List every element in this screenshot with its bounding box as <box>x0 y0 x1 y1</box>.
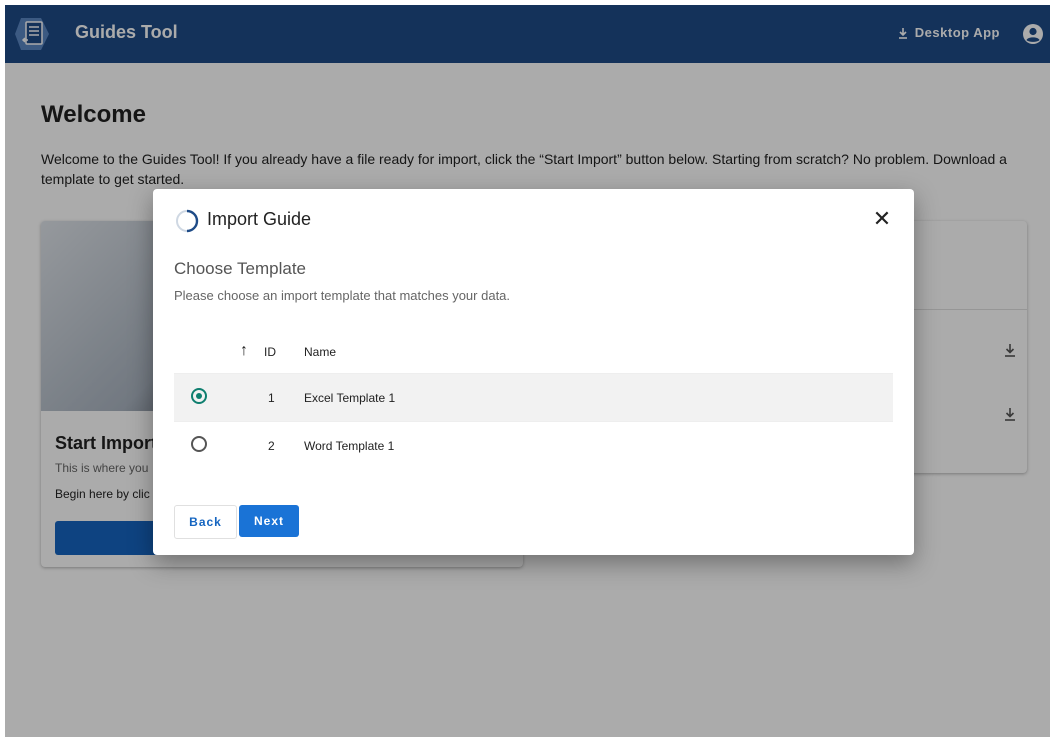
loading-spinner-icon <box>176 209 199 233</box>
back-button[interactable]: Back <box>174 505 237 539</box>
cell-id: 1 <box>268 391 275 405</box>
next-button[interactable]: Next <box>239 505 299 537</box>
table-row[interactable]: 2 Word Template 1 <box>174 421 893 469</box>
dialog-title: Import Guide <box>207 209 312 229</box>
column-header-id[interactable]: ID <box>264 345 276 359</box>
column-header-name[interactable]: Name <box>304 345 336 359</box>
cell-name: Word Template 1 <box>304 439 395 453</box>
import-guide-dialog: Import Guide ✕ Choose Template Please ch… <box>153 189 914 555</box>
sort-ascending-icon[interactable]: ↑ <box>240 343 248 359</box>
app-frame: Guides Tool Desktop App Welcome Welcome … <box>5 5 1050 737</box>
cell-id: 2 <box>268 439 275 453</box>
step-title: Choose Template <box>174 259 306 278</box>
template-table: ↑ ID Name 1 Excel Template 1 2 Word Temp… <box>174 329 893 469</box>
table-row[interactable]: 1 Excel Template 1 <box>174 373 893 421</box>
cell-name: Excel Template 1 <box>304 391 396 405</box>
step-description: Please choose an import template that ma… <box>174 288 511 303</box>
close-icon[interactable]: ✕ <box>870 207 894 231</box>
radio-selected[interactable] <box>191 388 207 404</box>
radio-unselected[interactable] <box>191 436 207 452</box>
table-header: ↑ ID Name <box>174 329 893 373</box>
